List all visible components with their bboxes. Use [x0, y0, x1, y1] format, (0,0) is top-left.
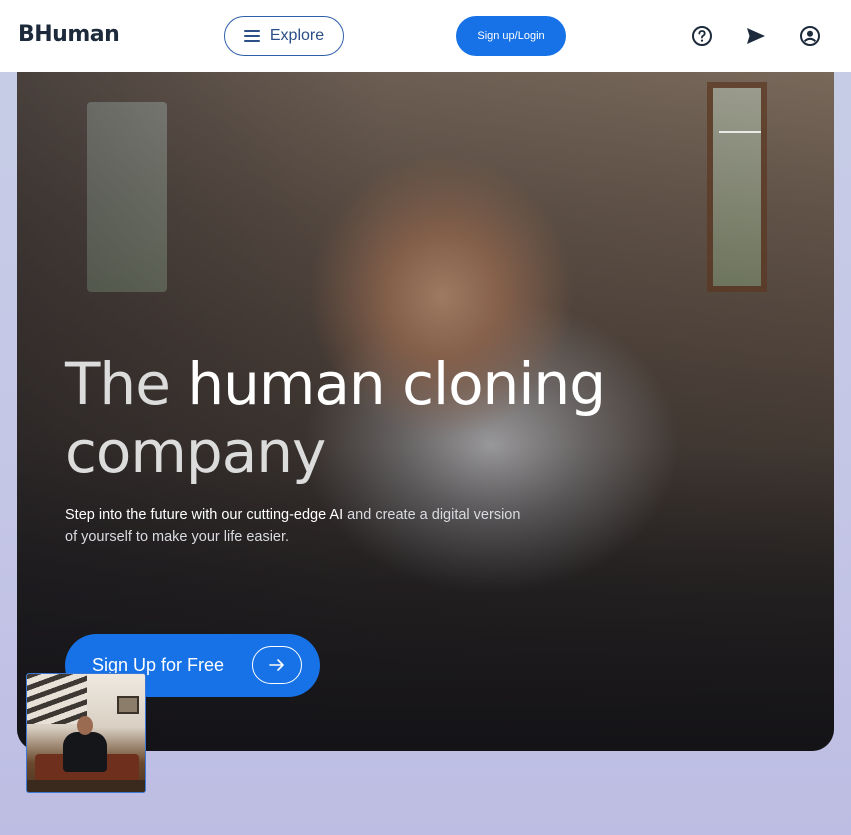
headline-text-1: The [65, 350, 188, 418]
headline-text-2: human cloning [187, 350, 606, 418]
staircase-background [27, 674, 87, 724]
headline-text-3: company [65, 418, 326, 486]
signup-login-button[interactable]: Sign up/Login [456, 16, 566, 56]
hero-headline: The human cloning company [65, 350, 685, 486]
video-preview-thumbnail[interactable] [26, 673, 146, 793]
wall-picture [117, 696, 139, 714]
hero-subtext: Step into the future with our cutting-ed… [65, 504, 535, 548]
help-icon[interactable] [691, 25, 713, 47]
person-body [63, 732, 107, 772]
explore-label: Explore [269, 27, 325, 44]
carousel-indicator[interactable] [719, 131, 761, 133]
floor [27, 780, 145, 792]
explore-button[interactable]: Explore [224, 16, 344, 56]
subtext-highlight: Step into the future with our cutting-ed… [65, 507, 344, 523]
send-icon[interactable] [745, 25, 767, 47]
arrow-right-icon [252, 646, 302, 684]
brand-logo[interactable]: BHuman [18, 22, 120, 47]
person-head [77, 716, 93, 735]
account-icon[interactable] [799, 25, 821, 47]
hero-banner: The human cloning company Step into the … [17, 72, 834, 751]
menu-icon [243, 30, 260, 42]
top-navigation-bar: BHuman Explore Sign up/Login [0, 0, 851, 72]
